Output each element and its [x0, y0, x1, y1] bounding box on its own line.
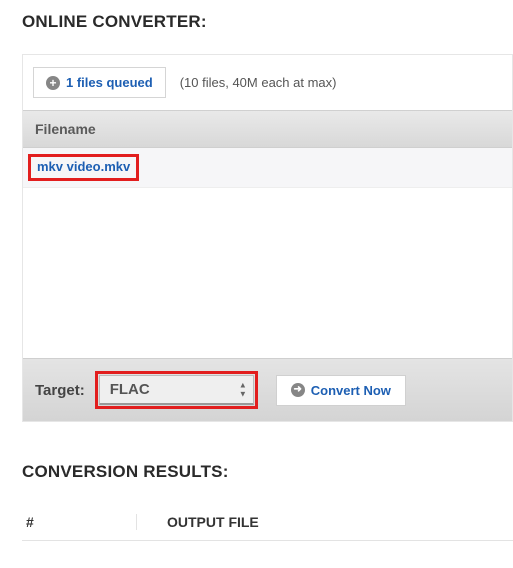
- results-title: CONVERSION RESULTS:: [22, 462, 513, 482]
- upload-limit-text: (10 files, 40M each at max): [180, 75, 337, 90]
- upload-bar: + 1 files queued (10 files, 40M each at …: [23, 55, 512, 110]
- convert-now-button[interactable]: ➜ Convert Now: [276, 375, 406, 406]
- files-queued-label: 1 files queued: [66, 75, 153, 90]
- file-name: mkv video.mkv: [28, 154, 139, 181]
- file-row[interactable]: mkv video.mkv: [23, 148, 512, 188]
- converter-panel: + 1 files queued (10 files, 40M each at …: [22, 54, 513, 422]
- format-select[interactable]: FLAC: [99, 375, 254, 405]
- results-section: CONVERSION RESULTS: # OUTPUT FILE: [22, 462, 513, 541]
- converter-title: ONLINE CONVERTER:: [22, 12, 513, 32]
- plus-icon: +: [46, 76, 60, 90]
- files-queued-button[interactable]: + 1 files queued: [33, 67, 166, 98]
- filename-header: Filename: [23, 110, 512, 148]
- results-col-num: #: [22, 514, 137, 530]
- results-header-row: # OUTPUT FILE: [22, 504, 513, 541]
- target-row: Target: FLAC ▲▼ ➜ Convert Now: [23, 358, 512, 421]
- format-select-highlight: FLAC ▲▼: [95, 371, 258, 409]
- file-list-empty-area: [23, 188, 512, 358]
- results-col-output: OUTPUT FILE: [137, 514, 259, 530]
- convert-now-label: Convert Now: [311, 383, 391, 398]
- target-label: Target:: [35, 382, 85, 399]
- arrow-right-icon: ➜: [291, 383, 305, 397]
